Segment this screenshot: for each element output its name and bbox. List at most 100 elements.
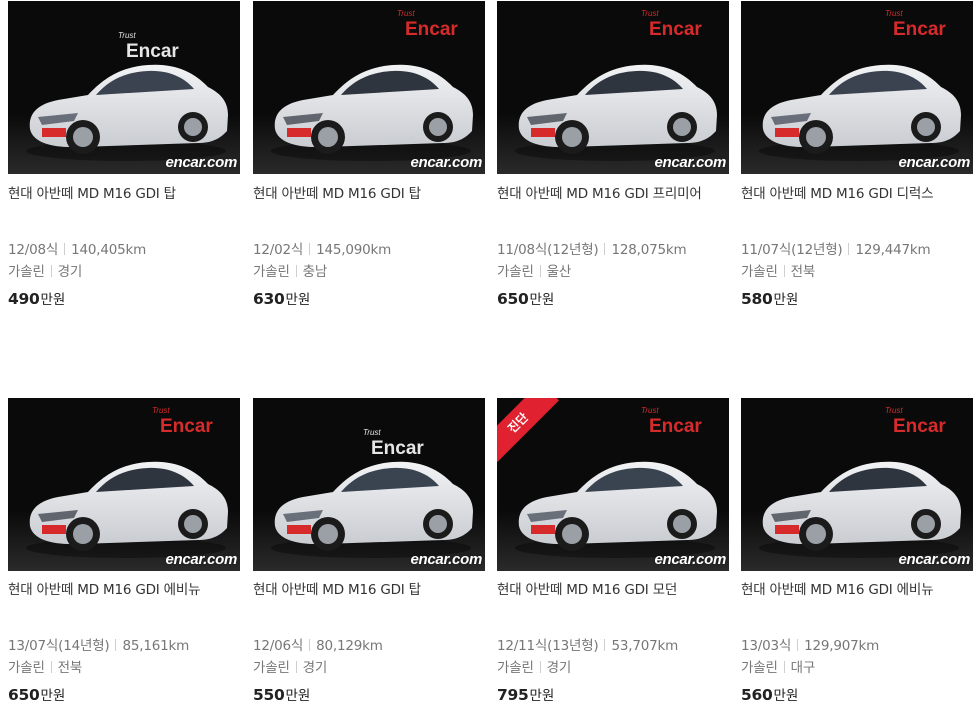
car-title[interactable]: 현대 아반떼 MD M16 GDI 에비뉴	[741, 580, 973, 601]
separator	[539, 661, 541, 673]
encar-logo-text: Encar	[893, 416, 946, 437]
separator	[848, 243, 850, 255]
car-title[interactable]: 현대 아반떼 MD M16 GDI 프리미어	[497, 184, 729, 205]
price-unit: 만원	[529, 688, 555, 704]
car-listing-card[interactable]: Trust Encar encar.com 진단 현대 아반떼 MD M16 GD…	[497, 398, 729, 704]
encar-logo-text: Encar	[126, 41, 179, 62]
separator	[50, 265, 52, 277]
car-year: 11/08식(12년형)	[497, 242, 599, 258]
encar-logo: Trust Encar	[363, 428, 424, 460]
encar-logo-tagline: Trust	[885, 406, 903, 415]
car-price: 580만원	[741, 288, 798, 308]
separator	[539, 265, 541, 277]
encar-logo-tagline: Trust	[641, 406, 659, 415]
encar-logo: Trust Encar	[641, 9, 702, 41]
car-fuel-region: 가솔린 전북	[741, 260, 815, 280]
price-value: 650	[8, 686, 40, 704]
car-fuel-region: 가솔린 경기	[253, 656, 327, 676]
car-year-mileage: 12/11식(13년형) 53,707km	[497, 634, 678, 654]
car-listing-card[interactable]: Trust Encar encar.com 현대 아반떼 MD M16 GDI 에…	[8, 398, 240, 704]
car-region: 전북	[57, 660, 83, 676]
encar-logo-tagline: Trust	[397, 9, 415, 18]
encar-watermark: encar.com	[165, 551, 237, 568]
price-value: 795	[497, 686, 529, 704]
car-listing-card[interactable]: Trust Encar encar.com 현대 아반떼 MD M16 GDI 디…	[741, 1, 973, 308]
car-photo[interactable]: Trust Encar encar.com	[8, 1, 240, 174]
encar-watermark: encar.com	[898, 154, 970, 171]
price-value: 580	[741, 290, 773, 308]
price-unit: 만원	[285, 292, 311, 308]
car-year: 13/07식(14년형)	[8, 638, 110, 654]
car-mileage: 128,075km	[611, 242, 687, 258]
car-year-mileage: 12/08식 140,405km	[8, 238, 146, 258]
car-price: 490만원	[8, 288, 65, 308]
car-year-mileage: 11/07식(12년형) 129,447km	[741, 238, 931, 258]
car-listing-card[interactable]: Trust Encar encar.com 현대 아반떼 MD M16 GDI 프…	[497, 1, 729, 308]
encar-logo-tagline: Trust	[641, 9, 659, 18]
separator	[309, 639, 311, 651]
car-fuel: 가솔린	[497, 264, 534, 280]
car-fuel-region: 가솔린 충남	[253, 260, 327, 280]
separator	[604, 639, 606, 651]
car-photo[interactable]: Trust Encar encar.com 진단	[497, 398, 729, 571]
car-photo[interactable]: Trust Encar encar.com	[8, 398, 240, 571]
price-value: 490	[8, 290, 40, 308]
separator	[797, 639, 799, 651]
encar-logo: Trust Encar	[885, 406, 946, 438]
car-title[interactable]: 현대 아반떼 MD M16 GDI 탑	[253, 184, 485, 205]
encar-watermark: encar.com	[654, 551, 726, 568]
car-listing-card[interactable]: Trust Encar encar.com 현대 아반떼 MD M16 GDI 탑…	[8, 1, 240, 308]
price-value: 560	[741, 686, 773, 704]
car-listing-card[interactable]: Trust Encar encar.com 현대 아반떼 MD M16 GDI 탑…	[253, 398, 485, 704]
car-listing-card[interactable]: Trust Encar encar.com 현대 아반떼 MD M16 GDI 탑…	[253, 1, 485, 308]
car-price: 650만원	[497, 288, 554, 308]
encar-logo: Trust Encar	[118, 31, 179, 63]
car-year-mileage: 13/03식 129,907km	[741, 634, 879, 654]
car-fuel-region: 가솔린 전북	[8, 656, 82, 676]
encar-watermark: encar.com	[898, 551, 970, 568]
car-mileage: 129,907km	[804, 638, 880, 654]
separator	[783, 661, 785, 673]
car-price: 630만원	[253, 288, 310, 308]
car-title[interactable]: 현대 아반떼 MD M16 GDI 디럭스	[741, 184, 973, 205]
encar-logo-tagline: Trust	[363, 428, 381, 437]
car-mileage: 85,161km	[122, 638, 190, 654]
price-unit: 만원	[529, 292, 555, 308]
car-title[interactable]: 현대 아반떼 MD M16 GDI 탑	[253, 580, 485, 601]
car-year-mileage: 13/07식(14년형) 85,161km	[8, 634, 189, 654]
car-photo[interactable]: Trust Encar encar.com	[497, 1, 729, 174]
car-photo[interactable]: Trust Encar encar.com	[741, 398, 973, 571]
car-region: 대구	[790, 660, 816, 676]
encar-logo-tagline: Trust	[118, 31, 136, 40]
price-unit: 만원	[40, 688, 66, 704]
encar-watermark: encar.com	[410, 154, 482, 171]
price-value: 630	[253, 290, 285, 308]
price-unit: 만원	[285, 688, 311, 704]
car-mileage: 140,405km	[71, 242, 147, 258]
separator	[295, 265, 297, 277]
car-photo[interactable]: Trust Encar encar.com	[253, 398, 485, 571]
car-title[interactable]: 현대 아반떼 MD M16 GDI 모던	[497, 580, 729, 601]
car-mileage: 129,447km	[855, 242, 931, 258]
car-year: 12/06식	[253, 638, 304, 654]
car-year: 12/11식(13년형)	[497, 638, 599, 654]
car-price: 795만원	[497, 684, 554, 704]
car-title[interactable]: 현대 아반떼 MD M16 GDI 에비뉴	[8, 580, 240, 601]
encar-logo-text: Encar	[371, 438, 424, 459]
car-region: 전북	[790, 264, 816, 280]
car-photo[interactable]: Trust Encar encar.com	[741, 1, 973, 174]
car-mileage: 53,707km	[611, 638, 679, 654]
car-title[interactable]: 현대 아반떼 MD M16 GDI 탑	[8, 184, 240, 205]
encar-logo-tagline: Trust	[152, 406, 170, 415]
car-fuel: 가솔린	[8, 264, 45, 280]
car-photo[interactable]: Trust Encar encar.com	[253, 1, 485, 174]
separator	[115, 639, 117, 651]
car-fuel: 가솔린	[741, 660, 778, 676]
car-year: 11/07식(12년형)	[741, 242, 843, 258]
car-year: 13/03식	[741, 638, 792, 654]
car-listing-card[interactable]: Trust Encar encar.com 현대 아반떼 MD M16 GDI 에…	[741, 398, 973, 704]
car-mileage: 80,129km	[316, 638, 383, 654]
price-unit: 만원	[773, 688, 799, 704]
price-unit: 만원	[773, 292, 799, 308]
price-value: 550	[253, 686, 285, 704]
